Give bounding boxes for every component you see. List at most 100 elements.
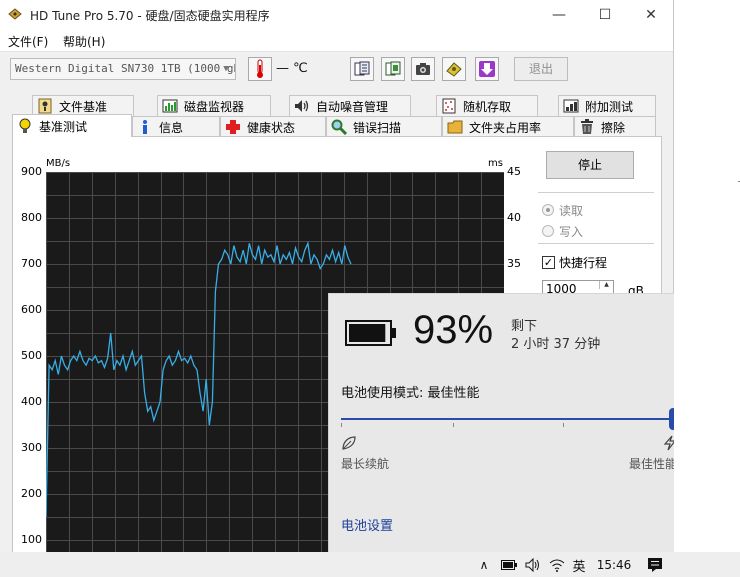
checkmark-icon: ✓ xyxy=(542,256,555,269)
ime-button[interactable]: 英 xyxy=(568,556,590,575)
action-center-button[interactable] xyxy=(644,556,666,574)
quick-stroke-label: 快捷行程 xyxy=(559,256,608,270)
toolbar: Western Digital SN730 1TB (1000 gB) ▼ — … xyxy=(0,52,673,88)
remaining-label: 剩下 xyxy=(511,319,538,334)
tab-label: 文件基准 xyxy=(59,99,108,114)
left-tick-label: 200 xyxy=(21,487,42,500)
slider-max-label: 最佳性能 xyxy=(629,457,674,471)
battery-tray-icon xyxy=(501,560,517,570)
trash-icon xyxy=(579,119,595,135)
menu-help[interactable]: 帮助(H) xyxy=(63,33,105,50)
copy-info-icon xyxy=(354,61,370,76)
temperature-readout: — ℃ xyxy=(276,61,308,76)
left-tick-label: 700 xyxy=(21,257,42,270)
copy-screen-icon xyxy=(385,61,401,76)
transfer-rate-line xyxy=(46,240,352,518)
battery-settings-link[interactable]: 电池设置 xyxy=(341,515,393,534)
chevron-down-icon: ▼ xyxy=(223,64,229,74)
quick-stroke-checkbox[interactable]: ✓ 快捷行程 xyxy=(542,254,607,271)
exit-button[interactable]: 退出 xyxy=(514,57,568,81)
battery-icon xyxy=(345,320,396,346)
tab-strip: 文件基准 磁盘监视器 自动噪音管理 随机存取 附加测试 基准测试 信息 健康状态… xyxy=(0,93,673,137)
read-radio-label: 读取 xyxy=(559,203,584,218)
temperature-button[interactable] xyxy=(248,57,272,81)
stop-button[interactable]: 停止 xyxy=(546,151,634,179)
tab-folder-usage[interactable]: 文件夹占用率 xyxy=(442,116,574,137)
write-radio-dot xyxy=(542,225,554,237)
random-access-icon xyxy=(441,98,457,114)
minimize-button[interactable]: — xyxy=(536,0,582,30)
tab-extra-tests[interactable]: 附加测试 xyxy=(558,95,656,116)
battery-tray-button[interactable] xyxy=(498,556,520,574)
tab-aam[interactable]: 自动噪音管理 xyxy=(289,95,411,116)
maximize-icon: ☐ xyxy=(598,7,612,23)
tab-disk-monitor[interactable]: 磁盘监视器 xyxy=(157,95,271,116)
power-mode-label: 电池使用模式: 最佳性能 xyxy=(341,386,480,401)
right-tick-label: 35 xyxy=(507,257,521,270)
copy-screen-button[interactable] xyxy=(381,57,405,81)
screenshot-button[interactable] xyxy=(411,57,435,81)
left-tick-label: 600 xyxy=(21,303,42,316)
title-bar[interactable]: HD Tune Pro 5.70 - 硬盘/固态硬盘实用程序 — ☐ ✕ xyxy=(0,0,673,30)
drive-select[interactable]: Western Digital SN730 1TB (1000 gB) ▼ xyxy=(10,58,236,80)
slider-tick xyxy=(453,423,454,427)
battery-percent: 93% xyxy=(413,308,494,352)
read-radio[interactable]: 读取 xyxy=(542,202,632,218)
menu-file[interactable]: 文件(F) xyxy=(8,33,48,50)
right-tick-label: 40 xyxy=(507,211,521,224)
divider xyxy=(538,192,654,193)
clock-button[interactable]: 15:46 xyxy=(594,556,634,574)
camera-icon xyxy=(416,63,430,75)
folder-icon xyxy=(447,119,463,135)
left-unit-label: MB/s xyxy=(46,158,71,169)
volume-button[interactable] xyxy=(522,556,544,574)
download-icon xyxy=(479,61,495,77)
magnifier-icon xyxy=(331,119,347,135)
tab-info[interactable]: 信息 xyxy=(132,116,220,137)
health-cross-icon xyxy=(225,119,241,135)
notification-icon xyxy=(648,558,662,572)
write-radio[interactable]: 写入 xyxy=(542,223,632,239)
leaf-icon xyxy=(342,436,356,450)
extra-tests-icon xyxy=(563,98,579,114)
close-icon: ✕ xyxy=(645,7,657,23)
tab-benchmark[interactable]: 基准测试 xyxy=(12,114,132,137)
tab-erase[interactable]: 擦除 xyxy=(574,116,656,137)
tab-error-scan[interactable]: 错误扫描 xyxy=(326,116,442,137)
divider xyxy=(538,243,654,244)
tab-label: 信息 xyxy=(159,120,184,135)
app-logo-icon xyxy=(8,8,22,20)
thermometer-icon xyxy=(257,59,263,78)
left-tick-label: 400 xyxy=(21,395,42,408)
slider-thumb[interactable] xyxy=(669,408,674,430)
left-tick-label: 300 xyxy=(21,441,42,454)
copy-info-button[interactable] xyxy=(350,57,374,81)
speaker-icon xyxy=(525,558,539,572)
close-button[interactable]: ✕ xyxy=(628,0,673,30)
tab-label: 擦除 xyxy=(601,120,626,135)
slider-min-label: 最长续航 xyxy=(341,457,390,471)
network-button[interactable] xyxy=(546,556,568,574)
left-tick-label: 900 xyxy=(21,165,42,178)
health-button[interactable] xyxy=(442,57,466,81)
wifi-icon xyxy=(549,559,565,572)
download-button[interactable] xyxy=(475,57,499,81)
tab-file-benchmark[interactable]: 文件基准 xyxy=(32,95,134,116)
power-mode-slider[interactable] xyxy=(341,418,674,420)
info-icon xyxy=(137,119,153,135)
write-radio-label: 写入 xyxy=(559,224,584,239)
ime-indicator: 英 xyxy=(572,559,586,575)
remaining-time: 2 小时 37 分钟 xyxy=(511,337,601,352)
lightbulb-icon xyxy=(17,118,33,134)
tab-random-access[interactable]: 随机存取 xyxy=(436,95,538,116)
tab-label: 健康状态 xyxy=(247,120,296,135)
spinner-up-icon[interactable]: ▲ xyxy=(599,281,613,289)
show-hidden-icons-button[interactable]: ∧ xyxy=(474,556,494,574)
maximize-button[interactable]: ☐ xyxy=(582,0,628,30)
right-unit-label: ms xyxy=(488,158,503,169)
left-tick-label: 500 xyxy=(21,349,42,362)
minimize-icon: — xyxy=(552,7,566,23)
tab-health[interactable]: 健康状态 xyxy=(220,116,326,137)
taskbar: ∧ 英 15:46 xyxy=(0,552,740,577)
lightning-icon xyxy=(663,435,674,451)
